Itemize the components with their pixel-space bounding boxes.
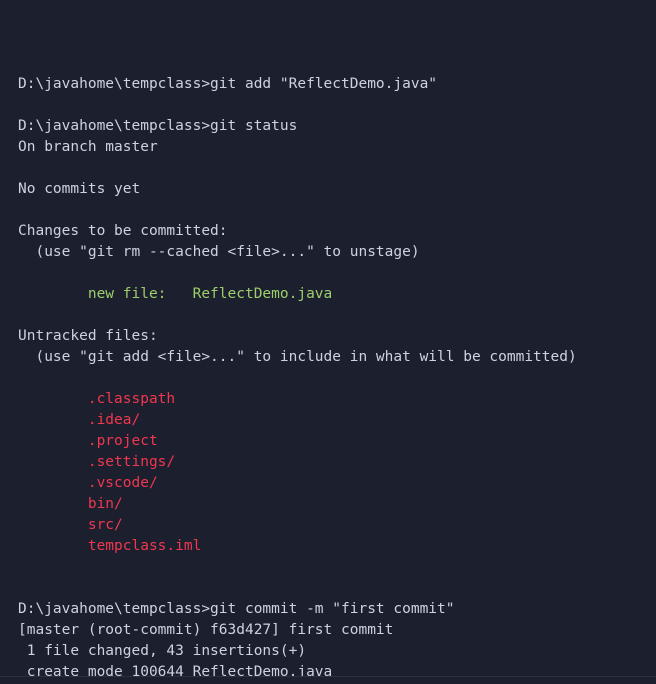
- terminal-line: .project: [18, 433, 158, 449]
- terminal-line: 1 file changed, 43 insertions(+): [18, 643, 307, 659]
- terminal-line: new file: ReflectDemo.java: [18, 286, 333, 302]
- bottom-status-strip: — —— ——— ——— — ———: [0, 677, 656, 684]
- terminal-line: .classpath: [18, 391, 176, 407]
- terminal-line: Changes to be committed:: [18, 223, 228, 239]
- terminal-line: No commits yet: [18, 181, 141, 197]
- terminal-line: .settings/: [18, 454, 176, 470]
- terminal-line: (use "git add <file>..." to include in w…: [18, 349, 577, 365]
- terminal-line: tempclass.iml: [18, 538, 202, 554]
- terminal-window[interactable]: D:\javahome\tempclass>git add "ReflectDe…: [0, 0, 656, 684]
- terminal-output-area[interactable]: D:\javahome\tempclass>git add "ReflectDe…: [0, 0, 656, 684]
- terminal-line: bin/: [18, 496, 123, 512]
- terminal-line: (use "git rm --cached <file>..." to unst…: [18, 244, 420, 260]
- terminal-line: Untracked files:: [18, 328, 158, 344]
- bottom-cut-text: — —— ——— ——— — ———: [488, 677, 640, 681]
- terminal-line: D:\javahome\tempclass>git status: [18, 118, 298, 134]
- terminal-line: [master (root-commit) f63d427] first com…: [18, 622, 394, 638]
- terminal-line: D:\javahome\tempclass>git commit -m "fir…: [18, 601, 455, 617]
- terminal-line: .vscode/: [18, 475, 158, 491]
- terminal-line: .idea/: [18, 412, 141, 428]
- terminal-line: src/: [18, 517, 123, 533]
- terminal-line: On branch master: [18, 139, 158, 155]
- terminal-line: D:\javahome\tempclass>git add "ReflectDe…: [18, 76, 438, 92]
